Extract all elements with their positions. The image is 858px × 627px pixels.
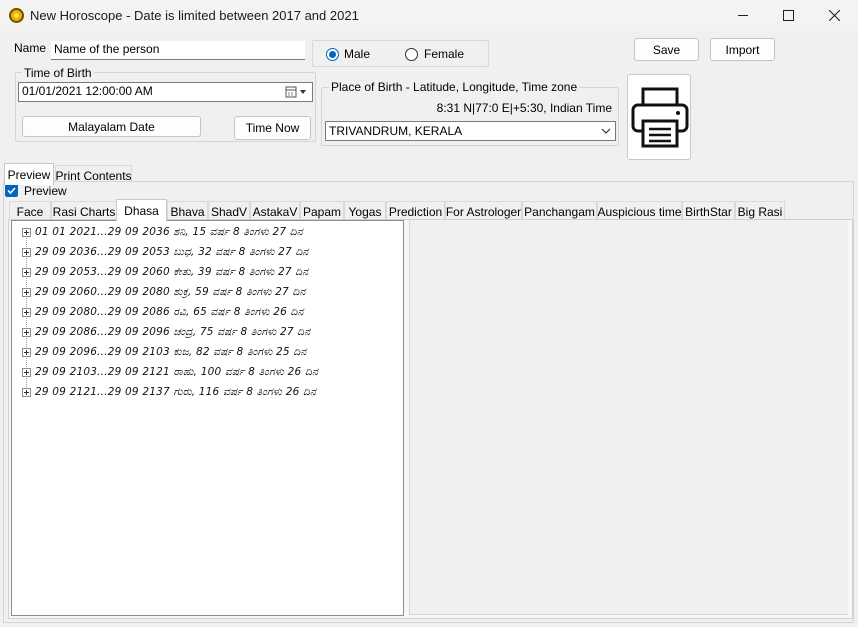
tab-face[interactable]: Face: [9, 201, 51, 221]
time-of-birth-value: 01/01/2021 12:00:00 AM: [22, 84, 153, 98]
tab-dhasa[interactable]: Dhasa: [116, 199, 167, 221]
import-button[interactable]: Import: [710, 38, 775, 61]
expand-icon[interactable]: [22, 287, 31, 297]
inner-tab-strip: Face Rasi Charts Dhasa Bhava ShadV Astak…: [9, 199, 854, 221]
tab-prediction[interactable]: Prediction: [386, 201, 445, 221]
place-of-birth-label: Place of Birth - Latitude, Longitude, Ti…: [329, 80, 580, 94]
calendar-icon[interactable]: [285, 85, 309, 99]
name-label: Name: [14, 41, 47, 55]
tree-item[interactable]: 29 09 2121...29 09 2137 ಗುರು, 116 ವರ್ಷ 8…: [12, 382, 316, 402]
name-input[interactable]: Name of the person: [51, 41, 305, 60]
tree-item[interactable]: 29 09 2103...29 09 2121 ರಾಹು, 100 ವರ್ಷ 8…: [12, 362, 318, 382]
maximize-icon: [782, 10, 794, 21]
expand-icon[interactable]: [22, 307, 31, 317]
tab-preview[interactable]: Preview: [4, 163, 54, 185]
close-icon: [828, 10, 840, 21]
close-button[interactable]: [811, 0, 857, 31]
dhasa-detail-panel: [409, 220, 848, 615]
time-now-button[interactable]: Time Now: [234, 116, 311, 140]
minimize-button[interactable]: [720, 0, 766, 31]
tab-birthstar[interactable]: BirthStar: [682, 201, 735, 221]
female-label[interactable]: Female: [424, 47, 464, 61]
tab-panchangam[interactable]: Panchangam: [522, 201, 597, 221]
tree-item[interactable]: 29 09 2053...29 09 2060 ಕೇತು, 39 ವರ್ಷ 8 …: [12, 262, 308, 282]
tree-item[interactable]: 29 09 2096...29 09 2103 ಕುಜ, 82 ವರ್ಷ 8 ತ…: [12, 342, 306, 362]
expand-icon[interactable]: [22, 327, 31, 337]
preview-checkbox-label: Preview: [24, 184, 67, 198]
male-radio[interactable]: [326, 48, 339, 61]
print-button[interactable]: [627, 74, 691, 160]
tree-item[interactable]: 29 09 2060...29 09 2080 ಶುಕ್ರ, 59 ವರ್ಷ 8…: [12, 282, 306, 302]
place-select[interactable]: TRIVANDRUM, KERALA: [325, 121, 616, 141]
tab-for-astrologer[interactable]: For Astrologer: [445, 201, 522, 221]
tab-astakav[interactable]: AstakaV: [250, 201, 300, 221]
tab-rasi-charts[interactable]: Rasi Charts: [51, 201, 117, 221]
expand-icon[interactable]: [22, 387, 31, 397]
preview-checkbox[interactable]: [5, 184, 18, 197]
tab-big-rasi[interactable]: Big Rasi: [735, 201, 785, 221]
place-value: TRIVANDRUM, KERALA: [329, 124, 463, 138]
maximize-button[interactable]: [765, 0, 811, 31]
window-title: New Horoscope - Date is limited between …: [30, 8, 359, 23]
title-bar: New Horoscope - Date is limited between …: [0, 0, 858, 31]
sun-emblem-icon: [9, 8, 24, 23]
minimize-icon: [737, 15, 748, 16]
expand-icon[interactable]: [22, 267, 31, 277]
time-of-birth-label: Time of Birth: [22, 66, 94, 80]
tab-papam[interactable]: Papam: [300, 201, 344, 221]
tree-item[interactable]: 29 09 2086...29 09 2096 ಚಂದ್ರ, 75 ವರ್ಷ 8…: [12, 322, 310, 342]
tab-yogas[interactable]: Yogas: [344, 201, 386, 221]
male-label[interactable]: Male: [344, 47, 370, 61]
tree-item[interactable]: 01 01 2021...29 09 2036 ಶನಿ, 15 ವರ್ಷ 8 ತ…: [12, 222, 303, 242]
save-button[interactable]: Save: [634, 38, 699, 61]
malayalam-date-button[interactable]: Malayalam Date: [22, 116, 201, 137]
expand-icon[interactable]: [22, 227, 31, 237]
tab-bhava[interactable]: Bhava: [167, 201, 208, 221]
female-radio[interactable]: [405, 48, 418, 61]
expand-icon[interactable]: [22, 247, 31, 257]
expand-icon[interactable]: [22, 347, 31, 357]
tree-item[interactable]: 29 09 2036...29 09 2053 ಬುಧ, 32 ವರ್ಷ 8 ತ…: [12, 242, 308, 262]
checkmark-icon: [7, 187, 16, 195]
chevron-down-icon: [601, 128, 611, 134]
tab-shadv[interactable]: ShadV: [208, 201, 250, 221]
dhasa-tree[interactable]: 01 01 2021...29 09 2036 ಶನಿ, 15 ವರ್ಷ 8 ತ…: [11, 220, 404, 616]
place-coordinates: 8:31 N|77:0 E|+5:30, Indian Time: [436, 101, 612, 115]
tab-auspicious-time[interactable]: Auspicious time: [597, 201, 682, 221]
time-of-birth-picker[interactable]: 01/01/2021 12:00:00 AM: [18, 82, 313, 102]
printer-icon: [631, 87, 689, 148]
gender-group: Male Female: [312, 40, 489, 67]
tree-item[interactable]: 29 09 2080...29 09 2086 ರವಿ, 65 ವರ್ಷ 8 ತ…: [12, 302, 304, 322]
expand-icon[interactable]: [22, 367, 31, 377]
